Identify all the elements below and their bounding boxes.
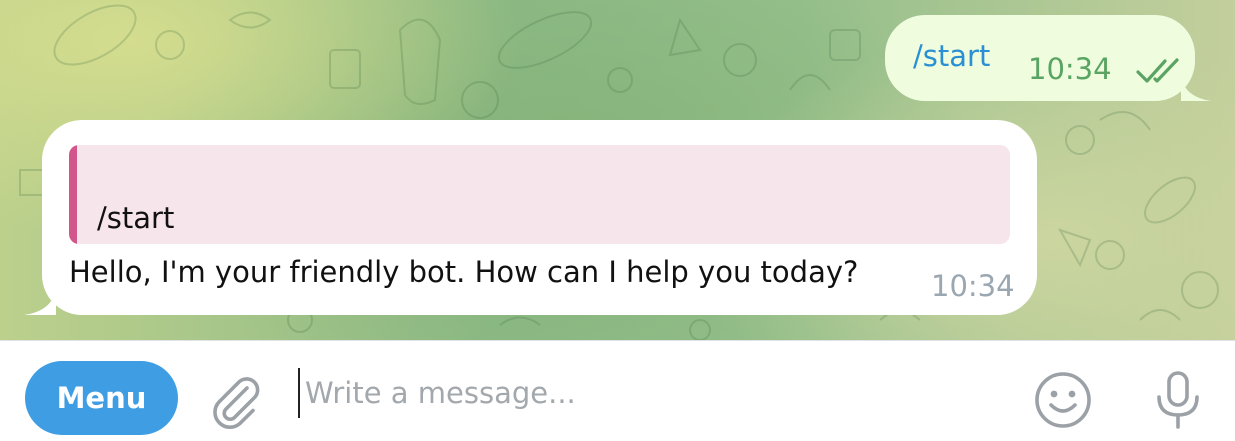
menu-button[interactable]: Menu (25, 361, 178, 435)
reply-accent-bar (69, 145, 77, 244)
smiley-icon[interactable] (1033, 370, 1093, 430)
outgoing-message-time: 10:34 (1028, 52, 1112, 86)
incoming-message-bubble[interactable]: /start Hello, I'm your friendly bot. How… (24, 120, 1037, 315)
bubble-tail (1181, 77, 1211, 101)
message-input[interactable] (298, 368, 1005, 418)
double-check-icon (1136, 58, 1179, 83)
outgoing-message-bubble[interactable]: /start 10:34 (885, 15, 1211, 101)
chat-background: /start 10:34 /start Hello, I'm your frie… (0, 0, 1235, 340)
reply-quote[interactable]: /start (69, 145, 1010, 244)
incoming-message-time: 10:34 (931, 269, 1015, 303)
paperclip-icon[interactable] (205, 370, 265, 430)
incoming-message-text: Hello, I'm your friendly bot. How can I … (69, 255, 859, 289)
reply-quote-text: /start (97, 201, 175, 235)
message-composer: Menu (0, 340, 1235, 441)
microphone-icon[interactable] (1148, 370, 1208, 430)
outgoing-message-text: /start (913, 39, 991, 73)
chat-window: /start 10:34 /start Hello, I'm your frie… (0, 0, 1235, 441)
bubble-tail (24, 289, 56, 315)
